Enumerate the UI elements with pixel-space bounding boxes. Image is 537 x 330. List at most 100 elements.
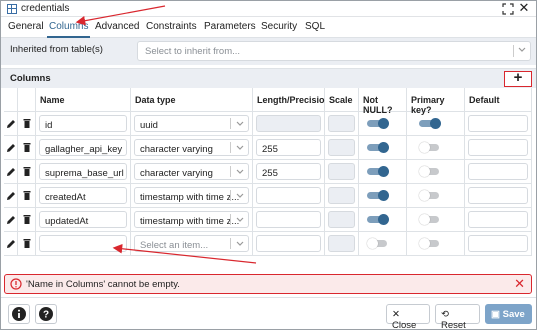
name-cell xyxy=(36,232,131,256)
primary-key-toggle[interactable] xyxy=(419,214,441,225)
pencil-icon[interactable] xyxy=(6,190,16,201)
pencil-icon[interactable] xyxy=(6,118,16,129)
maximize-icon[interactable] xyxy=(502,3,514,15)
default-cell xyxy=(465,160,532,184)
grid-header: Name Data type Length/Precision Scale No… xyxy=(4,88,532,115)
edit-col-header xyxy=(4,88,18,112)
type-value: timestamp with time z... xyxy=(140,192,240,203)
data-type-select[interactable]: timestamp with time z... xyxy=(134,211,249,228)
default-input[interactable] xyxy=(468,115,528,132)
scale-input[interactable] xyxy=(328,163,355,180)
chevron-down-icon xyxy=(236,167,244,177)
not-null-toggle[interactable] xyxy=(367,190,389,201)
tab-parameters[interactable]: Parameters xyxy=(204,21,256,32)
tab-general[interactable]: General xyxy=(8,21,44,32)
data-type-select[interactable]: timestamp with time z... xyxy=(134,187,249,204)
data-type-select[interactable]: character varying xyxy=(134,139,249,156)
not-null-toggle[interactable] xyxy=(367,166,389,177)
length-input[interactable]: 255 xyxy=(256,139,321,156)
tab-sql[interactable]: SQL xyxy=(305,21,325,32)
scale-input[interactable] xyxy=(328,211,355,228)
reset-button[interactable]: ⟲ Reset xyxy=(435,304,480,330)
close-label: Close xyxy=(392,320,417,330)
error-icon xyxy=(10,278,22,290)
length-input[interactable] xyxy=(256,115,321,132)
add-column-button[interactable]: + xyxy=(504,70,532,87)
not-null-cell xyxy=(359,112,407,136)
trash-icon[interactable] xyxy=(22,166,32,177)
type-value: character varying xyxy=(140,168,213,179)
not-null-toggle[interactable] xyxy=(367,238,389,249)
help-button[interactable]: ? xyxy=(35,304,57,324)
column-name-input[interactable]: suprema_base_url xyxy=(39,163,127,180)
column-name-input[interactable]: id xyxy=(39,115,127,132)
trash-icon[interactable] xyxy=(22,190,32,201)
pencil-icon[interactable] xyxy=(6,214,16,225)
table-row: id uuid xyxy=(4,112,532,136)
length-input[interactable]: 255 xyxy=(256,163,321,180)
length-input[interactable] xyxy=(256,211,321,228)
primary-key-toggle[interactable] xyxy=(419,238,441,249)
toggle-knob xyxy=(378,214,389,225)
type-cell: timestamp with time z... xyxy=(131,208,253,232)
header-not-null: Not NULL? xyxy=(359,88,407,115)
primary-key-toggle[interactable] xyxy=(419,142,441,153)
scale-input[interactable] xyxy=(328,235,355,252)
select-divider xyxy=(230,142,231,153)
default-input[interactable] xyxy=(468,139,528,156)
select-divider xyxy=(230,214,231,225)
pencil-icon[interactable] xyxy=(6,166,16,177)
trash-icon[interactable] xyxy=(22,118,32,129)
column-name-input[interactable]: createdAt xyxy=(39,187,127,204)
primary-key-toggle[interactable] xyxy=(419,166,441,177)
default-input[interactable] xyxy=(468,235,528,252)
data-type-select[interactable]: uuid xyxy=(134,115,249,132)
dismiss-error-icon[interactable]: ✕ xyxy=(514,276,525,292)
edit-cell xyxy=(4,184,18,208)
scale-input[interactable] xyxy=(328,139,355,156)
primary-key-toggle[interactable] xyxy=(419,190,441,201)
default-input[interactable] xyxy=(468,211,528,228)
close-button[interactable]: ✕ Close xyxy=(386,304,430,330)
trash-icon[interactable] xyxy=(22,238,32,249)
default-input[interactable] xyxy=(468,187,528,204)
primary-key-toggle[interactable] xyxy=(419,118,441,129)
default-input[interactable] xyxy=(468,163,528,180)
pencil-icon[interactable] xyxy=(6,142,16,153)
table-row: suprema_base_url character varying 255 xyxy=(4,160,532,184)
not-null-toggle[interactable] xyxy=(367,214,389,225)
type-placeholder: Select an item... xyxy=(140,240,209,251)
type-cell: character varying xyxy=(131,160,253,184)
save-button[interactable]: ▣ Save xyxy=(485,304,532,324)
table-icon xyxy=(7,4,17,14)
tab-security[interactable]: Security xyxy=(261,21,297,32)
trash-icon[interactable] xyxy=(22,214,32,225)
length-input[interactable] xyxy=(256,235,321,252)
chevron-down-icon xyxy=(236,143,244,153)
scale-input[interactable] xyxy=(328,115,355,132)
tab-advanced[interactable]: Advanced xyxy=(95,21,139,32)
pk-cell xyxy=(407,160,465,184)
not-null-toggle[interactable] xyxy=(367,118,389,129)
select-divider xyxy=(230,238,231,249)
data-type-select[interactable]: character varying xyxy=(134,163,249,180)
info-button[interactable] xyxy=(8,304,30,324)
data-type-select[interactable]: Select an item... xyxy=(134,235,249,252)
tab-columns[interactable]: Columns xyxy=(46,21,91,38)
pencil-icon[interactable] xyxy=(6,238,16,249)
inherit-placeholder: Select to inherit from... xyxy=(145,46,241,57)
column-name-input[interactable]: updatedAt xyxy=(39,211,127,228)
tab-constraints[interactable]: Constraints xyxy=(146,21,197,32)
tab-bar: General Columns Advanced Constraints Par… xyxy=(1,18,536,38)
select-divider xyxy=(230,166,231,177)
save-label: Save xyxy=(502,309,525,320)
length-input[interactable] xyxy=(256,187,321,204)
close-icon[interactable]: ✕ xyxy=(518,1,530,14)
column-name-input[interactable] xyxy=(39,235,127,252)
column-name-input[interactable]: gallagher_api_key xyxy=(39,139,127,156)
delete-cell xyxy=(18,112,36,136)
scale-input[interactable] xyxy=(328,187,355,204)
trash-icon[interactable] xyxy=(22,142,32,153)
not-null-toggle[interactable] xyxy=(367,142,389,153)
inherit-select[interactable]: Select to inherit from... xyxy=(137,41,531,61)
